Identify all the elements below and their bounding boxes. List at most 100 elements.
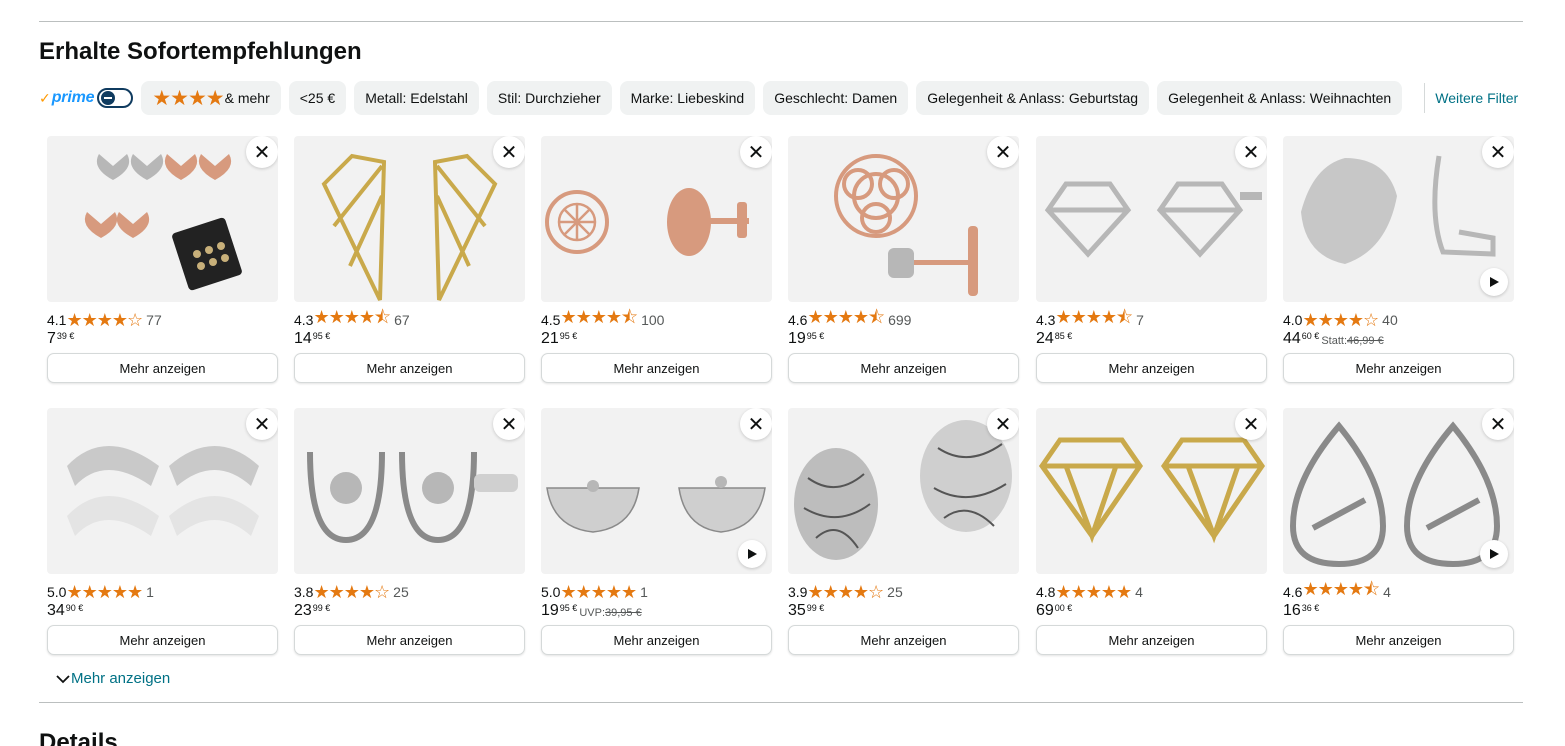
price-whole: 35 [788,602,806,619]
product-image[interactable]: ✕ [1283,408,1514,574]
filter-bar: ✓ prime ★★★★ & mehr <25 € Metall: Edelst… [39,81,1518,115]
filter-chip-occasion-birthday[interactable]: Gelegenheit & Anlass: Geburtstag [916,81,1150,115]
review-count: 1 [640,584,648,600]
more-filters-link[interactable]: Weitere Filter [1435,90,1518,106]
close-icon[interactable]: ✕ [740,136,772,168]
filter-chip-style[interactable]: Stil: Durchzieher [486,81,612,115]
star-rating-icon: ★★★★☆ [807,581,884,602]
close-icon[interactable]: ✕ [246,136,278,168]
price-fraction: 85 € [1054,331,1073,341]
product-card-diamond-studs[interactable]: ✕ 4.3 ★★★★⯪ 7 24 85 € Mehr anzeigen [1036,136,1267,383]
show-more-button[interactable]: Mehr anzeigen [541,353,772,383]
play-icon[interactable] [738,540,766,568]
product-card-fan-earrings[interactable]: ✕ 5.0 ★★★★★ 1 34 90 € Mehr anzeigen [47,408,278,655]
rating-value: 3.8 [294,584,314,600]
show-more-button[interactable]: Mehr anzeigen [47,625,278,655]
product-card-phone-bars[interactable]: ✕ 4.1 ★★★★☆ 77 7 39 € Mehr anzeigen [47,136,278,383]
rating-row[interactable]: 4.8 ★★★★★ 4 [1036,582,1267,602]
filter-chip-occasion-christmas[interactable]: Gelegenheit & Anlass: Weihnachten [1157,81,1403,115]
close-icon[interactable]: ✕ [987,136,1019,168]
product-image[interactable]: ✕ [541,136,772,302]
show-more-button[interactable]: Mehr anzeigen [1283,353,1514,383]
product-photo [546,476,766,533]
product-card-horseshoe-studs[interactable]: ✕ 3.8 ★★★★☆ 25 23 99 € Mehr anzeigen [294,408,525,655]
product-image[interactable]: ✕ [1036,136,1267,302]
play-triangle [1490,549,1499,559]
show-more-button[interactable]: Mehr anzeigen [788,353,1019,383]
rating-value: 4.1 [47,312,67,328]
play-icon[interactable] [1480,268,1508,296]
product-card-gold-diamond-studs[interactable]: ✕ 4.8 ★★★★★ 4 69 00 € Mehr anzeigen [1036,408,1267,655]
price-whole: 19 [788,330,806,347]
rating-row[interactable]: 5.0 ★★★★★ 1 [541,582,772,602]
rating-row[interactable]: 4.6 ★★★★⯪ 4 [1283,579,1514,601]
rating-value: 4.0 [1283,312,1303,328]
close-icon[interactable]: ✕ [1235,408,1267,440]
filter-chip-gender[interactable]: Geschlecht: Damen [763,81,909,115]
product-image[interactable]: ✕ [294,136,525,302]
product-image[interactable]: ✕ [1036,408,1267,574]
product-image[interactable]: ✕ [294,408,525,574]
product-card-wing-earrings[interactable]: ✕ 4.3 ★★★★⯪ 67 14 95 € Mehr anzeigen [294,136,525,383]
product-card-half-fan-studs[interactable]: ✕ 5.0 ★★★★★ 1 19 95 € UVP:39,95 € Mehr anzeigen [541,408,772,655]
show-more-button[interactable]: Mehr anzeigen [541,625,772,655]
filter-chip-metal[interactable]: Metall: Edelstahl [354,81,479,115]
show-more-link[interactable]: Mehr anzeigen [55,670,170,687]
product-card-square-clip-earrings[interactable]: ✕ 4.0 ★★★★☆ 40 44 60 € Statt:46,99 € Mehr anzei… [1283,136,1514,383]
prime-toggle[interactable]: ✓ prime [39,81,134,115]
reference-price: UVP:39,95 € [579,601,641,625]
show-more-button[interactable]: Mehr anzeigen [1283,625,1514,655]
product-image[interactable]: ✕ [47,136,278,302]
play-icon[interactable] [1480,540,1508,568]
rating-row[interactable]: 3.9 ★★★★☆ 25 [788,581,1019,602]
close-icon[interactable]: ✕ [740,408,772,440]
close-icon[interactable]: ✕ [493,408,525,440]
product-image[interactable]: ✕ [788,136,1019,302]
product-photo [1301,155,1496,264]
rating-value: 4.6 [1283,584,1303,600]
close-icon[interactable]: ✕ [493,136,525,168]
filter-chip-price[interactable]: <25 € [288,81,347,115]
product-photo [84,154,242,291]
close-icon[interactable]: ✕ [246,408,278,440]
price-whole: 14 [294,330,312,347]
product-image[interactable]: ✕ [541,408,772,574]
show-more-button[interactable]: Mehr anzeigen [294,353,525,383]
star-rating-icon: ★★★★☆ [66,309,143,330]
rating-row[interactable]: 4.6 ★★★★⯪ 699 [788,307,1019,329]
reference-price-value: 46,99 € [1347,335,1384,347]
product-card-rose-disc-studs[interactable]: ✕ 4.5 ★★★★⯪ 100 21 95 € Mehr anzeigen [541,136,772,383]
product-photo [1289,421,1501,568]
show-more-button[interactable]: Mehr anzeigen [788,625,1019,655]
rating-row[interactable]: 5.0 ★★★★★ 1 [47,582,278,602]
toggle-switch[interactable] [97,88,134,108]
show-more-button[interactable]: Mehr anzeigen [1036,353,1267,383]
product-card-flower-of-life-studs[interactable]: ✕ 4.6 ★★★★⯪ 699 19 95 € Mehr anzeigen [788,136,1019,383]
product-card-textured-disc-studs[interactable]: ✕ 3.9 ★★★★☆ 25 35 99 € Mehr anzeigen [788,408,1019,655]
price: 35 99 € [788,601,1019,621]
rating-value: 5.0 [47,584,67,600]
product-image[interactable]: ✕ [788,408,1019,574]
rating-row[interactable]: 3.8 ★★★★☆ 25 [294,582,525,602]
show-more-button[interactable]: Mehr anzeigen [294,625,525,655]
product-photo [307,451,518,544]
rating-row[interactable]: 4.3 ★★★★⯪ 67 [294,307,525,329]
filter-chip-rating[interactable]: ★★★★ & mehr [141,81,281,115]
rating-row[interactable]: 4.1 ★★★★☆ 77 [47,309,278,330]
product-image[interactable]: ✕ [47,408,278,574]
price: 16 36 € [1283,601,1514,621]
close-icon[interactable]: ✕ [1482,136,1514,168]
close-icon[interactable]: ✕ [1482,408,1514,440]
rating-value: 3.9 [788,584,808,600]
product-image[interactable]: ✕ [1283,136,1514,302]
close-icon[interactable]: ✕ [1235,136,1267,168]
show-more-button[interactable]: Mehr anzeigen [1036,625,1267,655]
rating-row[interactable]: 4.3 ★★★★⯪ 7 [1036,307,1267,329]
filter-chip-brand[interactable]: Marke: Liebeskind [619,81,756,115]
price-whole: 7 [47,330,56,347]
show-more-button[interactable]: Mehr anzeigen [47,353,278,383]
close-icon[interactable]: ✕ [987,408,1019,440]
product-card-teardrop-earrings[interactable]: ✕ 4.6 ★★★★⯪ 4 16 36 € Mehr anzeigen [1283,408,1514,655]
rating-row[interactable]: 4.5 ★★★★⯪ 100 [541,307,772,329]
rating-row[interactable]: 4.0 ★★★★☆ 40 [1283,310,1514,330]
